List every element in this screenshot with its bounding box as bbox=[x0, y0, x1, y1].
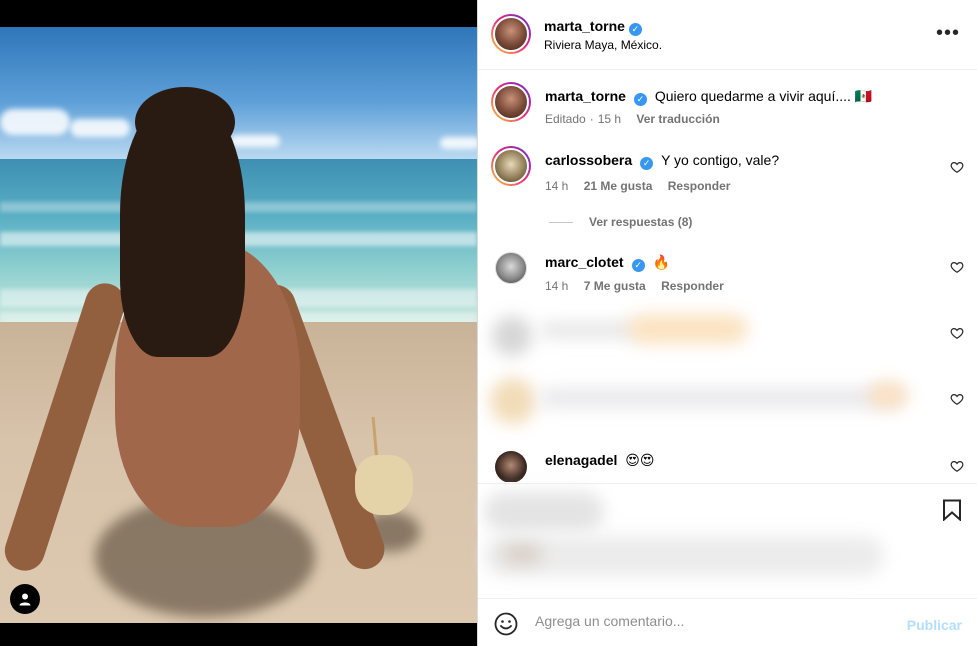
caption-edited: Editado bbox=[545, 112, 586, 126]
reply-button[interactable]: Responder bbox=[668, 179, 731, 193]
heart-icon[interactable] bbox=[950, 260, 964, 274]
comment-composer: Publicar bbox=[478, 598, 977, 646]
comment-time[interactable]: 14 h bbox=[545, 279, 568, 293]
translate-link[interactable]: Ver traducción bbox=[636, 112, 719, 126]
caption-username[interactable]: marta_torne bbox=[545, 88, 626, 104]
post-header: marta_torne ✓ Riviera Maya, México. ••• bbox=[478, 0, 977, 70]
publish-button[interactable]: Publicar bbox=[907, 617, 962, 633]
author-avatar[interactable] bbox=[491, 14, 531, 54]
user-tag-icon[interactable] bbox=[10, 584, 40, 614]
comment-item: marc_clotet ✓ 🔥 14 h 7 Me gusta Responder bbox=[478, 250, 977, 300]
post-media[interactable] bbox=[0, 0, 477, 646]
comment-username[interactable]: carlossobera bbox=[545, 152, 632, 168]
emoji-icon[interactable] bbox=[494, 612, 518, 636]
blurred-comment bbox=[478, 306, 977, 366]
instagram-post-modal: marta_torne ✓ Riviera Maya, México. ••• m… bbox=[0, 0, 977, 646]
comment-input[interactable] bbox=[535, 613, 875, 629]
comment-username[interactable]: marc_clotet bbox=[545, 254, 624, 270]
post-actions bbox=[478, 483, 977, 598]
reply-button[interactable]: Responder bbox=[661, 279, 724, 293]
comment-likes[interactable]: 7 Me gusta bbox=[584, 279, 646, 293]
author-username[interactable]: marta_torne bbox=[544, 18, 625, 34]
verified-badge-icon: ✓ bbox=[628, 23, 642, 36]
post-location[interactable]: Riviera Maya, México. bbox=[544, 38, 662, 52]
caption-time[interactable]: 15 h bbox=[598, 112, 621, 126]
view-replies[interactable]: Ver respuestas (8) bbox=[549, 213, 692, 229]
comment-text: 😍😍 bbox=[625, 452, 655, 468]
verified-badge-icon: ✓ bbox=[633, 93, 647, 106]
more-options-icon[interactable]: ••• bbox=[936, 22, 960, 45]
verified-badge-icon: ✓ bbox=[640, 157, 654, 170]
commenter-avatar[interactable] bbox=[495, 451, 527, 482]
post-caption: marta_torne ✓ Quiero quedarme a vivir aqu… bbox=[478, 82, 977, 132]
comment-username[interactable]: elenagadel bbox=[545, 452, 617, 468]
heart-icon[interactable] bbox=[950, 392, 964, 406]
bookmark-icon[interactable] bbox=[942, 499, 962, 521]
comment-time[interactable]: 14 h bbox=[545, 179, 568, 193]
comment-likes[interactable]: 21 Me gusta bbox=[584, 179, 653, 193]
heart-icon[interactable] bbox=[950, 459, 964, 473]
comment-item: carlossobera ✓ Y yo contigo, vale? 14 h 2… bbox=[478, 146, 977, 201]
commenter-avatar[interactable] bbox=[491, 146, 531, 186]
post-side-panel: marta_torne ✓ Riviera Maya, México. ••• m… bbox=[477, 0, 977, 646]
comment-item: elenagadel 😍😍 bbox=[478, 448, 977, 482]
post-photo bbox=[0, 27, 477, 623]
verified-badge-icon: ✓ bbox=[631, 259, 645, 272]
comment-text: 🔥 bbox=[652, 254, 670, 270]
commenter-avatar[interactable] bbox=[495, 252, 527, 284]
heart-icon[interactable] bbox=[950, 326, 964, 340]
comment-text: Y yo contigo, vale? bbox=[661, 152, 780, 168]
caption-text: Quiero quedarme a vivir aquí.... 🇲🇽 bbox=[654, 88, 873, 104]
author-avatar-caption[interactable] bbox=[491, 82, 531, 122]
blurred-comment bbox=[478, 370, 977, 430]
heart-icon[interactable] bbox=[950, 160, 964, 174]
